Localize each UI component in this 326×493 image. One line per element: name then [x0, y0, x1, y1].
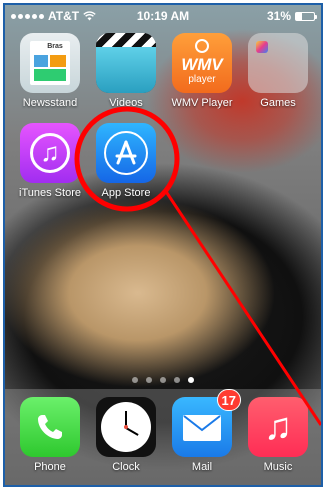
videos-label: Videos: [109, 97, 143, 109]
status-bar: AT&T 10:19 AM 31%: [5, 5, 321, 25]
battery-status: 31%: [266, 9, 317, 23]
page-indicator[interactable]: [5, 377, 321, 383]
wmv-player-icon: WMV player: [172, 33, 232, 93]
wmv-icon-subtext: player: [188, 74, 216, 85]
phone-icon: [20, 397, 80, 457]
newsstand-label: Newsstand: [22, 97, 78, 109]
folder-games[interactable]: Games: [243, 33, 313, 109]
page-dot[interactable]: [146, 377, 152, 383]
clock-label: Clock: [112, 461, 140, 473]
app-app-store[interactable]: App Store: [91, 123, 161, 199]
app-itunes-store[interactable]: ♫ iTunes Store: [15, 123, 85, 199]
wmv-player-label: WMV Player: [171, 97, 233, 109]
page-dot[interactable]: [188, 377, 194, 383]
mail-label: Mail: [191, 461, 213, 473]
itunes-store-label: iTunes Store: [19, 187, 81, 199]
wmv-icon-text: WMV: [181, 55, 223, 74]
music-note-icon: ♫: [248, 397, 308, 457]
app-mail[interactable]: 17 Mail: [167, 389, 241, 473]
mail-badge: 17: [216, 389, 241, 411]
clock-icon: [96, 397, 156, 457]
battery-icon: [295, 11, 317, 21]
itunes-store-icon: ♫: [20, 123, 80, 183]
games-folder-icon: [248, 33, 308, 93]
page-dot[interactable]: [174, 377, 180, 383]
home-screen: AT&T 10:19 AM 31% Bras Newsstand Videos …: [3, 3, 323, 487]
app-store-icon: [96, 123, 156, 183]
app-wmv-player[interactable]: WMV player WMV Player: [167, 33, 237, 109]
clapperboard-icon: [96, 33, 156, 93]
app-clock[interactable]: Clock: [91, 397, 161, 473]
app-store-label: App Store: [101, 187, 151, 199]
dock: Phone Clock 17 Mail ♫ Music: [5, 389, 321, 485]
page-dot[interactable]: [132, 377, 138, 383]
app-music[interactable]: ♫ Music: [243, 397, 313, 473]
newsstand-icon: Bras: [20, 33, 80, 93]
app-videos[interactable]: Videos: [91, 33, 161, 109]
app-phone[interactable]: Phone: [15, 397, 85, 473]
page-dot[interactable]: [160, 377, 166, 383]
games-label: Games: [260, 97, 296, 109]
music-label: Music: [263, 461, 293, 473]
battery-percent: 31%: [266, 9, 291, 23]
newsstand-icon-text: Bras: [47, 43, 63, 50]
phone-label: Phone: [34, 461, 66, 473]
app-newsstand[interactable]: Bras Newsstand: [15, 33, 85, 109]
